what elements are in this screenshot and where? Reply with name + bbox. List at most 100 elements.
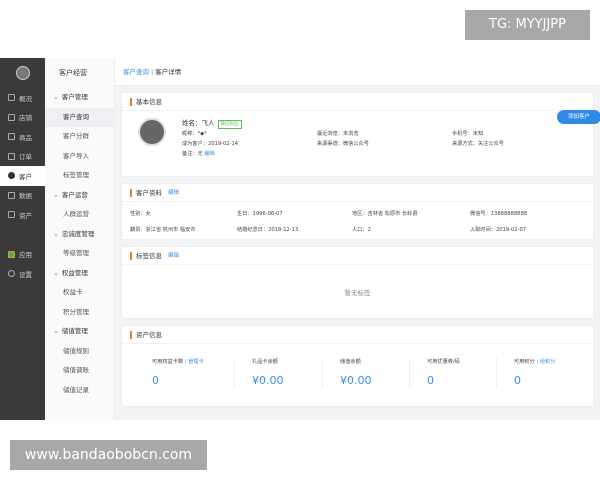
asset-value: 0: [152, 374, 159, 387]
shop-logo[interactable]: [0, 58, 45, 88]
nav-label: 数据: [19, 192, 32, 201]
subnav-title: 客户经营: [59, 69, 87, 77]
user-icon: [8, 172, 15, 180]
nav-item-overview[interactable]: 概况: [0, 88, 45, 108]
subnav-item-points-mgmt[interactable]: 积分管理: [45, 303, 114, 323]
customer-profile-card: 客户资料 编辑 性别：女 生日：1996-06-07 地区：吉林省 松原市 长岭县…: [121, 183, 594, 240]
subnav-item-customer-query[interactable]: 客户查询: [45, 107, 114, 127]
subnav-item-benefit-card[interactable]: 权益卡: [45, 283, 114, 303]
nav-label: 客户: [19, 172, 32, 181]
tags-empty-text: 暂无标签: [344, 289, 371, 297]
phone-number: 手机号：未知: [452, 131, 484, 137]
source-method: 来源方式：关注公众号: [452, 141, 504, 147]
apps-icon: [8, 250, 15, 258]
nav-item-settings[interactable]: 设置: [0, 264, 45, 284]
asset-divider: [322, 358, 323, 388]
asset-gift-card-balance: 礼品卡余额 ¥0.00: [252, 358, 342, 387]
asset-divider: [409, 358, 410, 388]
asset-label: 可用权益卡数: [152, 359, 184, 365]
subnav-group-customer-mgmt[interactable]: 客户管理: [45, 88, 114, 108]
asset-divider: [234, 358, 235, 388]
subnav-item-customer-import[interactable]: 客户导入: [45, 147, 114, 167]
tags-header: 标签信息 编辑: [122, 247, 593, 265]
nav-label: 资产: [19, 211, 32, 220]
profile-edit-link[interactable]: 编辑: [168, 184, 179, 202]
become-customer-date: 成为客户：2019-02-14: [182, 141, 239, 147]
asset-label: 可用优惠券/码: [427, 359, 460, 365]
asset-label: 储值余额: [340, 359, 361, 365]
profile-wechat: 微信号：13888888888: [470, 211, 528, 217]
asset-coupons: 可用优惠券/码 0: [427, 358, 517, 387]
asset-label: 可用积分: [514, 359, 535, 365]
nav-item-data[interactable]: 数据: [0, 186, 45, 206]
subnav-group-customer-ops[interactable]: 客户运营: [45, 186, 114, 206]
order-icon: [8, 152, 15, 160]
subnav-item-stored-adjust[interactable]: 储值调账: [45, 361, 114, 381]
asset-divider: [496, 358, 497, 388]
section-title: 标签信息: [136, 251, 162, 260]
give-points-link[interactable]: 给积分: [540, 359, 556, 365]
add-customer-button[interactable]: 添加客户: [557, 110, 600, 124]
breadcrumb-current: 客户详情: [155, 68, 182, 76]
subnav-item-level-mgmt[interactable]: 等级管理: [45, 244, 114, 264]
remark-edit-link[interactable]: 编辑: [204, 151, 214, 157]
gear-icon: [8, 270, 15, 278]
section-marker: [130, 188, 132, 197]
breadcrumb-separator: |: [151, 68, 154, 76]
main-content: 客户查询 | 客户详情 基本信息 姓名：飞人 微信粉丝 昵称：*◆* 成为客户：201…: [115, 58, 600, 420]
tag-icon: [8, 133, 15, 141]
subnav-group-stored-value[interactable]: 储值管理: [45, 322, 114, 342]
tag-info-card: 标签信息 编辑 暂无标签: [121, 246, 594, 319]
subnav-item-customer-segment[interactable]: 客户分群: [45, 127, 114, 147]
chart-icon: [8, 191, 15, 199]
subnav-item-stored-records[interactable]: 储值记录: [45, 381, 114, 401]
asset-points: 可用积分 | 给积分 0: [514, 358, 600, 387]
nav-label: 概况: [19, 94, 32, 103]
subnav-group-loyalty[interactable]: 忠诚度管理: [45, 225, 114, 245]
section-title: 客户资料: [136, 188, 162, 197]
profile-region: 地区：吉林省 松原市 长岭县: [352, 211, 418, 217]
asset-info-card: 资产信息 可用权益卡数 | 管理卡 0 礼品卡余额 ¥0.00 储值余额 ¥0.00 …: [121, 325, 594, 407]
remark: 备注：无 编辑: [182, 150, 215, 157]
assets-header: 资产信息: [122, 326, 593, 344]
profile-anniversary: 结婚纪念日：2018-12-13: [237, 227, 299, 233]
profile-join-date: 入职时间：2019-02-07: [470, 227, 527, 233]
breadcrumb-parent[interactable]: 客户查询: [123, 68, 149, 76]
asset-value: ¥0.00: [340, 374, 372, 387]
nav-item-orders[interactable]: 订单: [0, 147, 45, 167]
wechat-fan-badge: 微信粉丝: [217, 120, 242, 129]
nav-label: 应用: [19, 251, 32, 260]
nav-item-store[interactable]: 店铺: [0, 108, 45, 128]
asset-value: 0: [427, 374, 434, 387]
basic-info-header: 基本信息: [122, 93, 593, 111]
monitor-icon: [8, 94, 15, 102]
asset-value: ¥0.00: [252, 374, 284, 387]
nav-item-products[interactable]: 商品: [0, 127, 45, 147]
subnav-item-crowd-ops[interactable]: 人群运营: [45, 205, 114, 225]
asset-value: 0: [514, 374, 521, 387]
secondary-sidebar: 客户经营 客户管理 客户查询 客户分群 客户导入 标签管理 客户运营 人群运营 …: [45, 58, 115, 420]
name-label: 姓名：: [182, 119, 202, 127]
app-window: 概况 店铺 商品 订单 客户 数据 资产 应用 设置 客户经营 客户管理 客户查…: [0, 58, 600, 420]
nav-label: 商品: [19, 133, 32, 142]
subnav-item-stored-rules[interactable]: 储值规则: [45, 342, 114, 362]
basic-info-card: 基本信息 姓名：飞人 微信粉丝 昵称：*◆* 成为客户：2019-02-14 备注…: [121, 92, 600, 177]
nav-item-customers[interactable]: 客户: [0, 166, 45, 186]
subnav-item-tag-mgmt[interactable]: 标签管理: [45, 166, 114, 186]
manage-card-link[interactable]: 管理卡: [188, 359, 204, 365]
last-visit: 最近浏览：未浏览: [317, 131, 359, 137]
nav-label: 设置: [19, 270, 32, 279]
nickname: 昵称：*◆*: [182, 131, 207, 137]
subnav-group-benefits[interactable]: 权益管理: [45, 264, 114, 284]
asset-benefit-cards: 可用权益卡数 | 管理卡 0: [152, 358, 242, 387]
profile-birthday: 生日：1996-06-07: [237, 211, 283, 217]
breadcrumb: 客户查询 | 客户详情: [115, 58, 600, 86]
section-title: 资产信息: [136, 330, 162, 339]
nav-item-apps[interactable]: 应用: [0, 245, 45, 265]
nav-item-assets[interactable]: 资产: [0, 205, 45, 225]
profile-header: 客户资料 编辑: [122, 184, 593, 202]
section-marker: [130, 97, 132, 106]
nav-label: 店铺: [19, 114, 32, 123]
watermark-bottom: www.bandaobobcn.com: [10, 440, 207, 470]
tags-edit-link[interactable]: 编辑: [168, 247, 179, 265]
